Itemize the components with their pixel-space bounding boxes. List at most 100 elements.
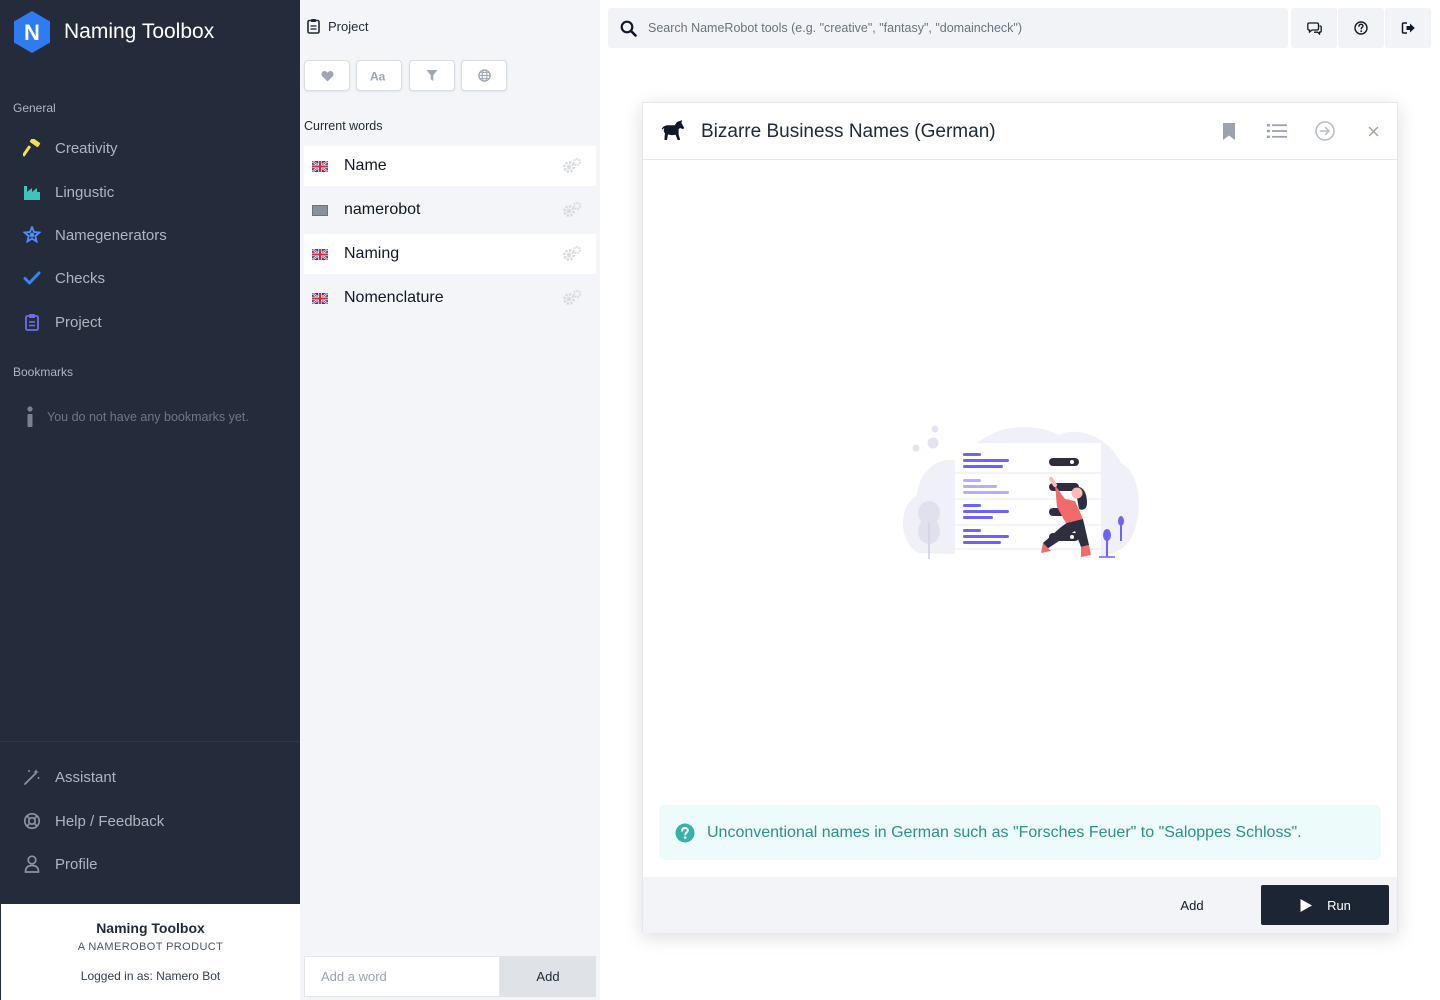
font-case-button[interactable]: Aa — [356, 60, 402, 91]
general-section-title: General — [13, 101, 56, 115]
arrow-circle-right-icon — [1315, 121, 1335, 141]
gears-icon[interactable] — [562, 201, 582, 219]
sidebar-footer: Naming Toolbox A NAMEROBOT PRODUCT Logge… — [0, 904, 300, 1000]
clipboard-icon — [307, 19, 320, 34]
generic-flag-icon — [312, 204, 328, 216]
tool-description: Unconventional names in German such as "… — [707, 823, 1302, 841]
nav-item-project[interactable]: Project — [0, 302, 300, 342]
close-icon — [1368, 126, 1378, 136]
globe-icon — [477, 69, 491, 82]
word-text: Name — [344, 157, 387, 174]
nav-label: Creativity — [55, 139, 118, 157]
open-tool-button[interactable] — [1313, 119, 1337, 143]
empty-state-illustration — [902, 425, 1139, 561]
bookmarks-empty-text: You do not have any bookmarks yet. — [47, 410, 249, 424]
uk-flag-icon — [312, 292, 328, 304]
word-text: Nomenclature — [344, 289, 444, 306]
word-row[interactable]: Naming — [304, 234, 596, 274]
uk-flag-icon — [312, 160, 328, 172]
word-text: Naming — [344, 245, 400, 262]
filter-button[interactable] — [409, 60, 455, 91]
modal-header: Bizarre Business Names (German) — [643, 103, 1397, 160]
logout-button[interactable] — [1385, 8, 1431, 48]
gears-icon[interactable] — [562, 289, 582, 307]
footer-title: Naming Toolbox — [96, 920, 205, 936]
search-icon — [620, 20, 637, 37]
close-modal-button[interactable] — [1361, 119, 1385, 143]
tool-description-box: Unconventional names in German such as "… — [659, 805, 1381, 860]
tool-modal: Bizarre Business Names (German) Unconven… — [642, 102, 1398, 933]
list-view-button[interactable] — [1265, 119, 1289, 143]
nav-item-lingustic[interactable]: Lingustic — [0, 172, 300, 212]
word-row[interactable]: Name — [304, 146, 596, 186]
bookmark-button[interactable] — [1217, 119, 1241, 143]
word-text: namerobot — [344, 201, 421, 218]
nav-item-help-feedback[interactable]: Help / Feedback — [0, 801, 300, 841]
bookmark-icon — [1223, 122, 1235, 140]
nav-item-profile[interactable]: Profile — [0, 844, 300, 884]
nav-label: Namegenerators — [55, 226, 167, 244]
add-word-button[interactable]: Add — [500, 956, 596, 997]
logo-hexagon-icon: N — [14, 11, 50, 53]
footer-subtitle: A NAMEROBOT PRODUCT — [77, 941, 224, 953]
add-word-input[interactable] — [304, 956, 500, 997]
play-icon — [1300, 898, 1313, 912]
language-button[interactable] — [461, 60, 507, 91]
help-button[interactable] — [1338, 8, 1384, 48]
project-title: Project — [328, 18, 369, 34]
modal-footer: Add Run — [643, 877, 1397, 933]
nav-item-creativity[interactable]: Creativity — [0, 128, 300, 168]
question-circle-icon — [675, 823, 695, 842]
list-icon — [1267, 124, 1287, 138]
hammer-icon — [22, 138, 42, 158]
horse-icon — [661, 120, 685, 140]
filter-icon — [426, 70, 438, 81]
bookmarks-section-title: Bookmarks — [13, 365, 74, 379]
factory-icon — [22, 182, 42, 202]
info-icon — [27, 406, 33, 427]
svg-text:Aa: Aa — [370, 70, 386, 82]
project-header: Project — [307, 18, 368, 34]
logged-in-text: Logged in as: Namero Bot — [80, 969, 221, 983]
user-icon — [22, 854, 42, 874]
nav-label: Checks — [55, 269, 106, 287]
help-circle-icon — [1354, 21, 1368, 35]
add-tool-button[interactable]: Add — [1154, 885, 1230, 925]
gears-icon[interactable] — [562, 157, 582, 175]
check-icon — [22, 268, 42, 288]
app-logo[interactable]: N Naming Toolbox — [12, 10, 214, 54]
gears-icon[interactable] — [562, 245, 582, 263]
logo-letter: N — [24, 20, 40, 45]
nav-item-namegenerators[interactable]: Namegenerators — [0, 215, 300, 255]
search-bar[interactable] — [608, 8, 1288, 48]
app-name: Naming Toolbox — [64, 20, 215, 43]
logout-icon — [1401, 22, 1415, 34]
font-case-icon: Aa — [370, 70, 386, 82]
nav-label: Project — [55, 313, 102, 331]
sidebar: N Naming Toolbox General Creativity Ling… — [0, 0, 300, 1000]
modal-title: Bizarre Business Names (German) — [701, 121, 996, 142]
lifebuoy-icon — [22, 811, 42, 831]
star-badge-icon — [22, 225, 42, 245]
nav-item-checks[interactable]: Checks — [0, 258, 300, 298]
run-button[interactable]: Run — [1261, 885, 1389, 925]
word-row[interactable]: Nomenclature — [304, 278, 596, 318]
bookmarks-empty-state: You do not have any bookmarks yet. — [25, 406, 249, 428]
magic-wand-icon — [22, 767, 42, 787]
nav-label: Help / Feedback — [55, 812, 165, 830]
chat-icon — [1306, 22, 1322, 35]
project-panel: Project Aa Current words Name namerobot … — [300, 0, 600, 1000]
clipboard-icon — [22, 312, 42, 332]
run-label: Run — [1327, 897, 1351, 913]
feedback-button[interactable] — [1291, 8, 1337, 48]
sidebar-divider — [0, 741, 300, 742]
search-input[interactable] — [648, 21, 1268, 35]
favorites-filter-button[interactable] — [304, 60, 350, 91]
nav-label: Assistant — [55, 768, 116, 786]
nav-label: Lingustic — [55, 183, 115, 201]
nav-label: Profile — [55, 855, 98, 873]
heart-icon — [321, 70, 333, 81]
nav-item-assistant[interactable]: Assistant — [0, 757, 300, 797]
word-row[interactable]: namerobot — [304, 190, 596, 230]
current-words-title: Current words — [304, 119, 383, 133]
